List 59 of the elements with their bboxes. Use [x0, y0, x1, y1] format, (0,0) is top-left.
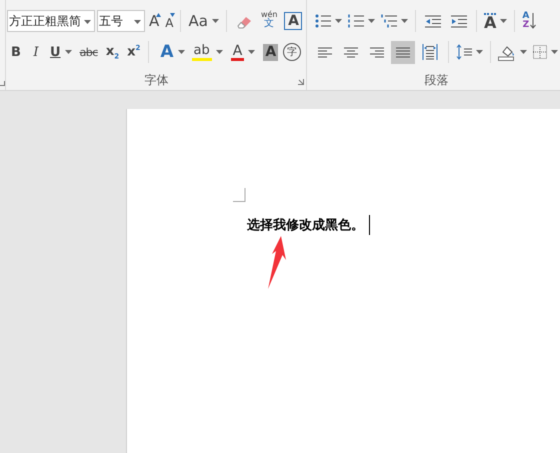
strikethrough-button[interactable]: abc	[76, 41, 101, 63]
subscript-button[interactable]: x$_{2}$	[102, 41, 122, 63]
grow-font-button[interactable]: A	[147, 10, 162, 32]
paint-bucket-icon	[498, 44, 516, 60]
sort-button[interactable]: A Z	[520, 10, 538, 32]
indent-right-icon	[451, 14, 467, 28]
italic-button[interactable]: I	[27, 41, 45, 63]
arrow-down-icon	[530, 13, 536, 29]
font-name-dropdown[interactable]: 方正正粗黑简	[7, 10, 95, 32]
caret-icon	[401, 19, 408, 23]
font-size-dropdown[interactable]: 五号	[97, 10, 145, 32]
shrink-font-button[interactable]: A	[163, 10, 176, 32]
superscript-button[interactable]: x$^{2}$	[124, 41, 144, 63]
arrow-annotation	[266, 236, 288, 290]
enclose-characters-button[interactable]: 字	[283, 43, 302, 61]
caret-icon	[216, 50, 223, 54]
caret-icon	[84, 20, 91, 24]
underline-button[interactable]: U	[47, 41, 75, 63]
align-center-icon	[344, 46, 358, 58]
multilevel-list-icon	[381, 14, 397, 28]
caret-icon	[551, 50, 558, 54]
text-effects-button[interactable]: A	[154, 41, 187, 63]
dialog-launcher-icon[interactable]	[298, 79, 304, 85]
align-right-icon	[370, 46, 384, 58]
caret-icon	[335, 19, 342, 23]
caret-icon	[368, 19, 375, 23]
bullet-list-icon	[315, 14, 331, 28]
distributed-icon	[422, 44, 438, 60]
caret-icon	[476, 50, 483, 54]
caret-icon	[520, 50, 527, 54]
change-case-button[interactable]: Aa	[186, 10, 221, 32]
font-color-button[interactable]: A	[228, 41, 258, 63]
group-label: 段落	[424, 72, 448, 88]
dialog-launcher-icon[interactable]	[0, 81, 5, 86]
triangle-up-icon	[156, 13, 162, 17]
caret-icon	[134, 20, 141, 24]
highlight-button[interactable]: ab	[188, 41, 226, 63]
justify-icon	[396, 46, 410, 58]
bold-button[interactable]: B	[7, 41, 25, 63]
phonetic-guide-button[interactable]: wén 文	[258, 10, 280, 32]
caret-icon	[212, 19, 219, 23]
triangle-down-icon	[170, 13, 176, 17]
character-shading-button[interactable]: A	[263, 44, 278, 60]
justify-button[interactable]	[391, 40, 415, 64]
text-cursor	[369, 215, 370, 235]
caret-icon	[178, 50, 185, 54]
indent-left-icon	[425, 14, 441, 28]
caret-icon	[248, 50, 256, 54]
borders-icon	[533, 45, 547, 59]
character-border-button[interactable]: A	[284, 12, 302, 30]
caret-icon	[500, 19, 508, 23]
numbered-list-icon	[348, 14, 364, 28]
text-direction-button[interactable]: A	[482, 10, 510, 32]
align-left-icon	[318, 46, 332, 58]
line-spacing-icon	[456, 44, 472, 60]
group-label: 字体	[144, 72, 168, 88]
margin-corner-mark	[233, 188, 246, 202]
caret-icon	[64, 50, 72, 54]
document-text: 选择我修改成黑色。	[247, 217, 364, 234]
